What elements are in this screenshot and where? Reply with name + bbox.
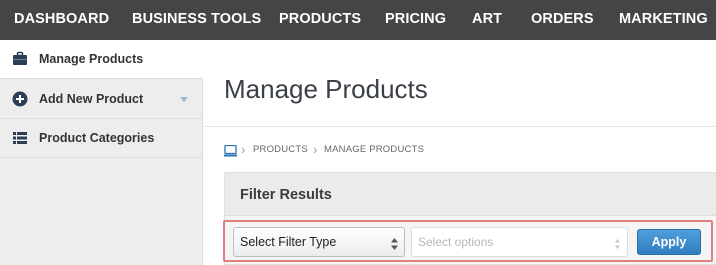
nav-item-pricing[interactable]: PRICING xyxy=(385,0,446,40)
breadcrumb-separator-icon: › xyxy=(313,142,318,157)
top-navigation-bar: DASHBOARD BUSINESS TOOLS PRODUCTS PRICIN… xyxy=(0,0,716,40)
page-title: Manage Products xyxy=(224,74,428,104)
sidebar: Manage Products Add New Product Product … xyxy=(0,40,203,265)
nav-item-business-tools[interactable]: BUSINESS TOOLS xyxy=(132,0,261,40)
nav-item-marketing[interactable]: MARKETING xyxy=(619,0,708,40)
plus-circle-icon xyxy=(12,91,28,107)
chevron-down-icon[interactable] xyxy=(180,97,188,102)
sidebar-item-product-categories[interactable]: Product Categories xyxy=(0,119,203,158)
breadcrumb-item-manage-products: MANAGE PRODUCTS xyxy=(324,144,425,155)
list-icon xyxy=(12,130,28,146)
select-arrows-icon xyxy=(614,237,621,249)
sidebar-item-add-new-product[interactable]: Add New Product xyxy=(0,80,203,119)
sidebar-item-label: Add New Product xyxy=(39,92,144,106)
apply-button[interactable]: Apply xyxy=(637,229,701,255)
select-arrows-icon xyxy=(391,237,398,250)
briefcase-icon xyxy=(12,51,28,67)
sidebar-item-label: Manage Products xyxy=(39,52,144,66)
nav-item-products[interactable]: PRODUCTS xyxy=(279,0,361,40)
breadcrumb-separator-icon: › xyxy=(241,142,246,157)
nav-item-orders[interactable]: ORDERS xyxy=(531,0,594,40)
filter-panel-header: Filter Results xyxy=(225,173,716,216)
sidebar-item-manage-products[interactable]: Manage Products xyxy=(0,40,203,79)
filter-panel-title: Filter Results xyxy=(240,187,332,203)
filter-type-value: Select Filter Type xyxy=(240,235,337,249)
filter-type-select[interactable]: Select Filter Type xyxy=(233,227,405,257)
nav-item-dashboard[interactable]: DASHBOARD xyxy=(14,0,109,40)
sidebar-item-label: Product Categories xyxy=(39,131,155,145)
computer-icon[interactable] xyxy=(224,144,237,162)
nav-item-art[interactable]: ART xyxy=(472,0,502,40)
breadcrumb-item-products[interactable]: PRODUCTS xyxy=(253,144,308,155)
filter-options-select[interactable]: Select options xyxy=(411,227,628,257)
filter-options-placeholder: Select options xyxy=(418,235,494,249)
divider xyxy=(204,126,716,127)
